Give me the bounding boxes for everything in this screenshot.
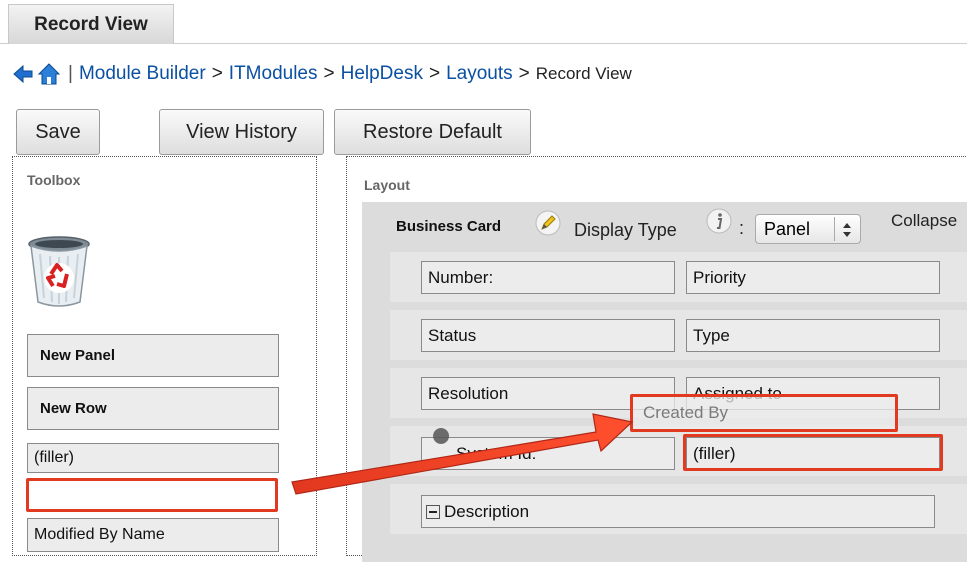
panel-name: Business Card bbox=[396, 218, 502, 235]
field-type[interactable]: Type bbox=[686, 319, 940, 352]
filler-highlight bbox=[683, 434, 943, 471]
display-type-label: Display Type bbox=[574, 220, 677, 240]
field-number[interactable]: Number: bbox=[421, 261, 675, 294]
breadcrumb-current: Record View bbox=[535, 64, 632, 83]
breadcrumb-helpdesk[interactable]: HelpDesk bbox=[341, 63, 423, 85]
drop-target-highlight bbox=[630, 394, 898, 432]
breadcrumb-itmodules[interactable]: ITModules bbox=[229, 63, 318, 85]
description-label: Description bbox=[444, 501, 530, 521]
breadcrumb-separator: > bbox=[323, 63, 335, 84]
new-row-item[interactable]: New Row bbox=[27, 387, 279, 430]
description-field[interactable]: Description bbox=[421, 495, 935, 528]
layout-title: Layout bbox=[364, 177, 410, 193]
collapse-minus-icon[interactable] bbox=[426, 504, 440, 519]
edit-pencil-icon[interactable] bbox=[535, 210, 561, 236]
select-arrows-icon bbox=[843, 223, 851, 237]
breadcrumb: | Module Builder > ITModules > HelpDesk … bbox=[12, 60, 632, 88]
display-type-select[interactable]: Panel bbox=[755, 214, 861, 244]
modified-by-name-item[interactable]: Modified By Name bbox=[27, 518, 279, 552]
field-priority[interactable]: Priority bbox=[686, 261, 940, 294]
breadcrumb-separator: > bbox=[211, 63, 223, 84]
display-type-colon: : bbox=[739, 218, 745, 238]
breadcrumb-separator: > bbox=[428, 63, 441, 84]
select-divider bbox=[834, 217, 835, 241]
breadcrumb-separator: > bbox=[518, 63, 530, 84]
back-arrow-icon[interactable] bbox=[12, 63, 34, 85]
field-system-id[interactable]: System Id: bbox=[421, 437, 675, 470]
breadcrumb-layouts[interactable]: Layouts bbox=[446, 63, 513, 85]
field-status[interactable]: Status bbox=[421, 319, 675, 352]
empty-drag-slot bbox=[26, 478, 278, 512]
save-button[interactable]: Save bbox=[16, 109, 100, 155]
tab-record-view[interactable]: Record View bbox=[8, 4, 174, 44]
minus-bar bbox=[429, 510, 437, 513]
home-icon[interactable] bbox=[36, 61, 62, 87]
info-icon[interactable] bbox=[706, 208, 732, 234]
recycle-bin-icon[interactable] bbox=[26, 234, 92, 310]
breadcrumb-module-builder[interactable]: Module Builder bbox=[79, 63, 206, 85]
collapse-label: Collapse bbox=[891, 211, 958, 230]
display-type-value: Panel bbox=[764, 218, 811, 239]
toolbox-title: Toolbox bbox=[27, 172, 81, 188]
filler-item[interactable]: (filler) bbox=[27, 443, 279, 473]
breadcrumb-pipe: | bbox=[68, 63, 73, 84]
restore-default-button[interactable]: Restore Default bbox=[334, 109, 531, 155]
view-history-button[interactable]: View History bbox=[159, 109, 324, 155]
new-panel-item[interactable]: New Panel bbox=[27, 334, 279, 377]
